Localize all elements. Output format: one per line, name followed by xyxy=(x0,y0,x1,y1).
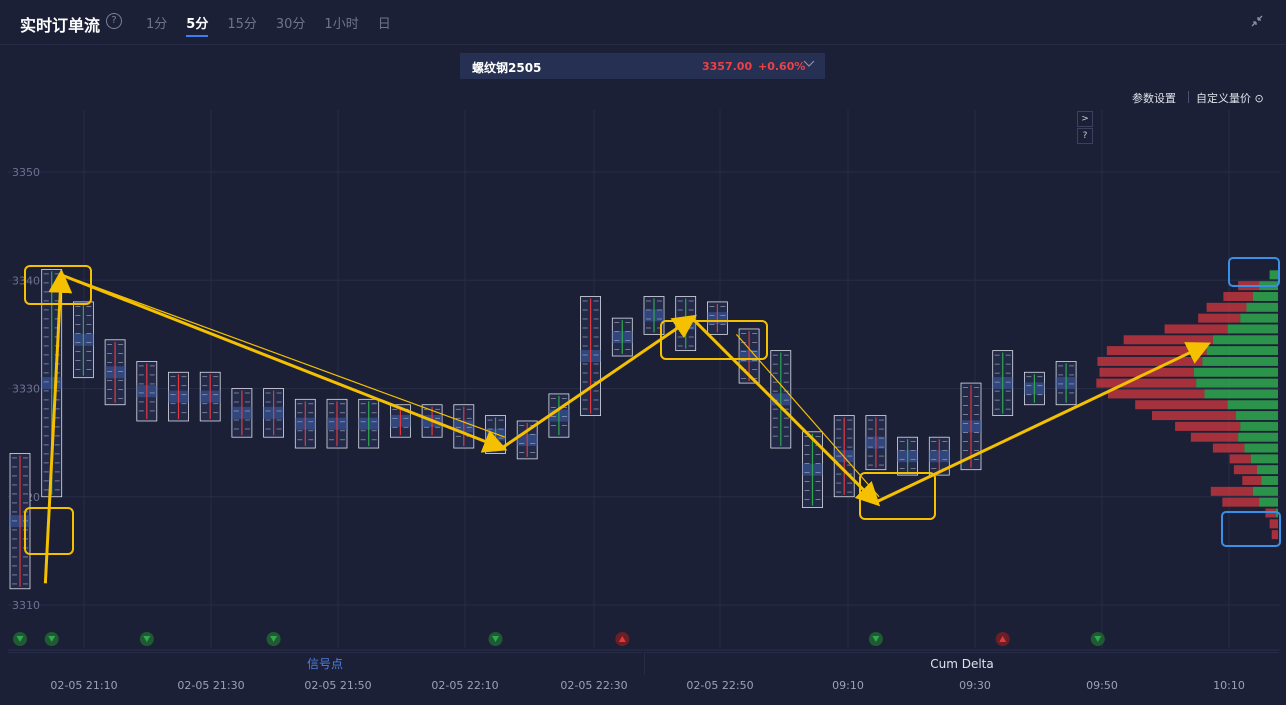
profile-buy-bar xyxy=(1244,443,1278,453)
chart-grid xyxy=(8,110,1280,651)
x-tick-label: 02-05 22:30 xyxy=(560,679,627,692)
profile-buy-bar xyxy=(1240,421,1278,431)
profile-sell-bar xyxy=(1223,291,1253,301)
footprint-candle xyxy=(453,404,475,449)
profile-buy-bar xyxy=(1252,291,1278,301)
profile-sell-bar xyxy=(1206,302,1247,312)
signals-tab[interactable]: 信号点 xyxy=(8,652,642,675)
footprint-candle xyxy=(326,398,348,449)
footprint-candle xyxy=(1055,361,1077,406)
profile-buy-bar xyxy=(1240,313,1278,323)
footprint-candle xyxy=(865,415,887,471)
x-tick-label: 02-05 21:50 xyxy=(304,679,371,692)
profile-buy-bar xyxy=(1252,486,1278,496)
y-tick-label: 3330 xyxy=(12,383,40,396)
cum-delta-tab[interactable]: Cum Delta xyxy=(644,652,1279,675)
profile-buy-bar xyxy=(1202,356,1278,366)
signal-marker xyxy=(139,632,154,646)
footprint-candle xyxy=(897,436,918,476)
profile-sell-bar xyxy=(1242,476,1262,486)
signal-marker xyxy=(44,632,59,646)
profile-sell-bar xyxy=(1271,530,1278,540)
profile-sell-bar xyxy=(1107,389,1205,399)
profile-sell-bar xyxy=(1233,465,1257,475)
footprint-candle xyxy=(802,431,823,508)
x-tick-label: 02-05 22:50 xyxy=(686,679,753,692)
profile-sell-bar xyxy=(1096,378,1197,388)
annotation-layer xyxy=(24,265,1211,584)
profile-buy-bar xyxy=(1246,302,1278,312)
profile-buy-bar xyxy=(1196,378,1278,388)
x-tick-label: 02-05 21:10 xyxy=(50,679,117,692)
signal-marker xyxy=(266,632,281,646)
footprint-candle xyxy=(73,301,94,379)
profile-sell-bar xyxy=(1123,335,1213,345)
x-tick-label: 09:50 xyxy=(1086,679,1118,692)
signal-marker xyxy=(868,632,883,646)
x-axis: 02-05 21:10 02-05 21:30 02-05 21:50 02-05 2… xyxy=(50,679,1244,692)
profile-sell-bar xyxy=(1175,421,1241,431)
profile-sell-bar xyxy=(1212,443,1245,453)
profile-buy-bar xyxy=(1238,432,1278,442)
profile-buy-bar xyxy=(1227,400,1278,410)
footprint-candle xyxy=(168,371,189,422)
footprint-chart[interactable]: 33503340333033203310 02-05 21:1002-05 21… xyxy=(0,0,1286,705)
footprint-candle xyxy=(611,317,633,357)
footprint-candle xyxy=(992,350,1014,416)
y-tick-label: 3350 xyxy=(12,166,40,179)
footprint-candle xyxy=(294,398,316,449)
profile-sell-bar xyxy=(1152,411,1236,421)
footprint-candle xyxy=(263,388,285,438)
profile-sell-bar xyxy=(1097,356,1203,366)
profile-buy-bar xyxy=(1236,411,1278,421)
x-tick-label: 09:30 xyxy=(959,679,991,692)
x-tick-label: 02-05 21:30 xyxy=(177,679,244,692)
profile-sell-bar xyxy=(1190,432,1239,442)
x-tick-label: 02-05 22:10 xyxy=(431,679,498,692)
profile-sell-bar xyxy=(1269,519,1278,529)
footprint-candle xyxy=(9,453,31,590)
footprint-candle xyxy=(358,398,380,449)
footprint-candle xyxy=(104,339,126,406)
trend-arrow xyxy=(875,342,1211,504)
profile-sell-bar xyxy=(1210,486,1253,496)
signal-marker xyxy=(615,632,630,646)
profile-buy-bar xyxy=(1194,367,1278,377)
volume-profile xyxy=(1096,257,1281,547)
profile-sell-bar xyxy=(1198,313,1241,323)
signal-marker xyxy=(1090,632,1105,646)
profile-sell-bar xyxy=(1135,400,1228,410)
x-tick-label: 10:10 xyxy=(1213,679,1245,692)
profile-buy-bar xyxy=(1206,346,1278,356)
y-tick-label: 3310 xyxy=(12,599,40,612)
x-tick-label: 09:10 xyxy=(832,679,864,692)
signal-marker xyxy=(13,632,27,646)
signal-markers xyxy=(13,632,1105,646)
profile-buy-bar xyxy=(1227,324,1278,334)
signal-marker xyxy=(995,632,1010,646)
profile-buy-bar xyxy=(1261,476,1278,486)
footprint-candle xyxy=(707,301,728,335)
profile-buy-bar xyxy=(1259,497,1278,507)
profile-buy-bar xyxy=(1269,270,1278,280)
footprint-candle xyxy=(580,296,601,416)
footprint-candle xyxy=(136,361,158,422)
profile-buy-bar xyxy=(1257,465,1278,475)
profile-sell-bar xyxy=(1164,324,1228,334)
profile-buy-bar xyxy=(1204,389,1278,399)
profile-buy-bar xyxy=(1212,335,1278,345)
profile-sell-bar xyxy=(1222,497,1260,507)
profile-buy-bar xyxy=(1250,454,1278,464)
signal-marker xyxy=(488,632,503,646)
footprint-candle xyxy=(1024,371,1045,406)
profile-sell-bar xyxy=(1229,454,1251,464)
footprint-candle xyxy=(231,388,253,438)
footprint-candle xyxy=(199,371,221,422)
